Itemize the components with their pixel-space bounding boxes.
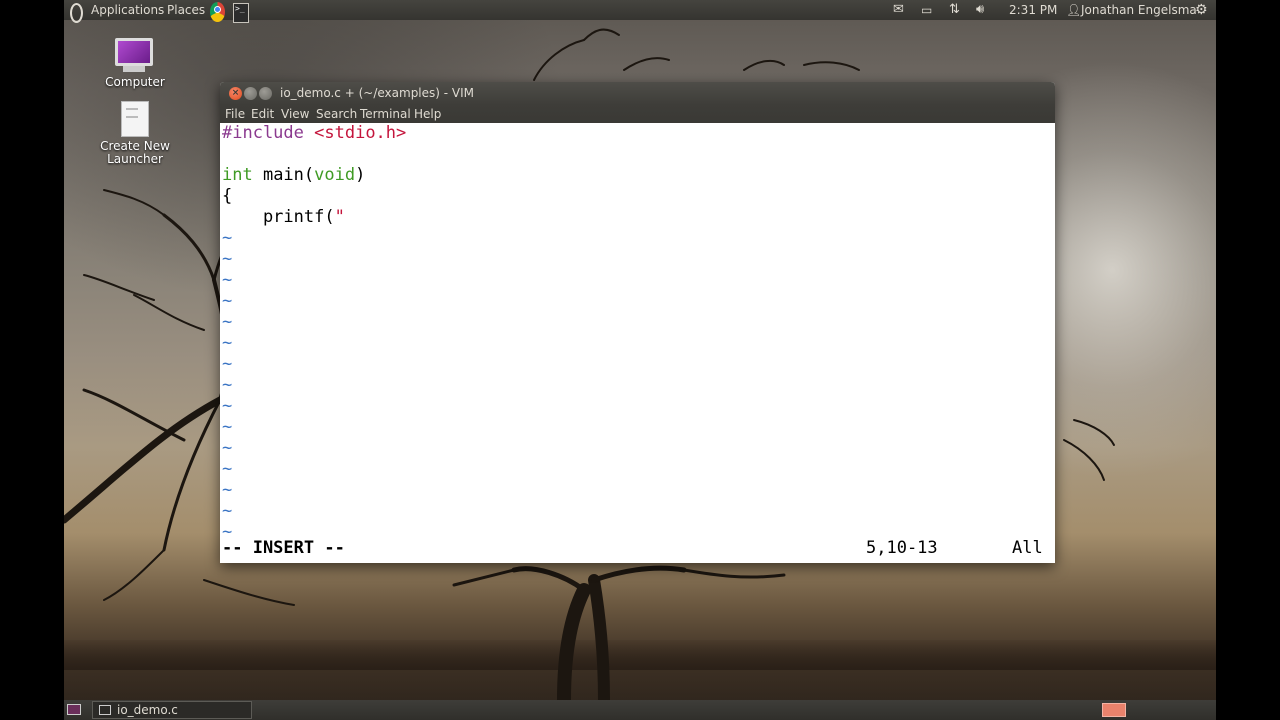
applications-menu[interactable]: Applications [91, 0, 164, 20]
close-icon[interactable]: × [229, 87, 242, 100]
maximize-icon[interactable] [259, 87, 272, 100]
menu-bar: File Edit View Search Terminal Help [220, 105, 1055, 123]
code-line: printf(" [222, 207, 345, 228]
tilde-marker: ~ [222, 312, 233, 332]
code-line: { [222, 186, 232, 207]
printf-call: printf( [222, 207, 335, 227]
menu-help[interactable]: Help [414, 105, 441, 123]
taskbar-item-label: io_demo.c [117, 703, 178, 717]
param-type: void [314, 165, 356, 185]
tilde-marker: ~ [222, 480, 233, 500]
computer-icon[interactable] [115, 38, 153, 66]
tilde-marker: ~ [222, 249, 233, 269]
volume-icon[interactable]: 🔊︎ [976, 0, 984, 20]
bottom-panel: io_demo.c [64, 700, 1216, 720]
menu-edit[interactable]: Edit [251, 105, 274, 123]
code-line: int main(void) [222, 165, 365, 186]
mail-icon[interactable]: ✉ [893, 0, 904, 20]
launcher-file-icon[interactable] [121, 101, 149, 137]
create-launcher-label[interactable]: Create New Launcher [97, 140, 173, 166]
menu-file[interactable]: File [225, 105, 245, 123]
ubuntu-logo-icon[interactable] [70, 3, 83, 23]
code-line: #include <stdio.h> [222, 123, 406, 144]
show-desktop-icon[interactable] [67, 704, 81, 715]
open-brace: { [222, 186, 233, 206]
user-icon: 👤︎ [1066, 3, 1082, 17]
computer-icon-stand [123, 66, 145, 72]
vim-editor[interactable]: #include <stdio.h> int main(void) { prin… [220, 123, 1055, 563]
taskbar-item-io-demo[interactable]: io_demo.c [92, 701, 252, 719]
user-name[interactable]: Jonathan Engelsma [1081, 0, 1197, 20]
tilde-marker: ~ [222, 438, 233, 458]
terminal-launcher-icon[interactable] [233, 0, 249, 23]
clock[interactable]: 2:31 PM [1009, 0, 1057, 20]
menu-search[interactable]: Search [316, 105, 357, 123]
battery-icon[interactable]: ▭ [921, 0, 932, 20]
tilde-marker: ~ [222, 228, 233, 248]
tilde-marker: ~ [222, 333, 233, 353]
scroll-position: All [1012, 538, 1043, 558]
include-directive: #include [222, 123, 304, 143]
tilde-marker: ~ [222, 354, 233, 374]
tilde-marker: ~ [222, 375, 233, 395]
function-name: main( [252, 165, 315, 185]
minimize-icon[interactable] [244, 87, 257, 100]
type-keyword: int [222, 165, 253, 185]
session-gear-icon[interactable]: ⚙ [1195, 0, 1208, 20]
include-header: <stdio.h> [314, 123, 407, 143]
window-title: io_demo.c + (~/examples) - VIM [280, 86, 475, 100]
mode-indicator: -- INSERT -- [222, 538, 345, 558]
string-quote: " [334, 207, 345, 227]
tilde-marker: ~ [222, 270, 233, 290]
places-menu[interactable]: Places [167, 0, 205, 20]
paren-close: ) [355, 165, 366, 185]
window-titlebar[interactable]: × io_demo.c + (~/examples) - VIM [220, 82, 1055, 105]
computer-label[interactable]: Computer [95, 76, 175, 89]
tilde-marker: ~ [222, 396, 233, 416]
tilde-marker: ~ [222, 291, 233, 311]
vim-window: × io_demo.c + (~/examples) - VIM File Ed… [220, 82, 1055, 563]
network-icon[interactable]: ⇅ [949, 0, 960, 20]
workspace-switcher[interactable] [1102, 703, 1126, 717]
menu-view[interactable]: View [281, 105, 309, 123]
menu-terminal[interactable]: Terminal [360, 105, 411, 123]
chrome-icon[interactable] [210, 2, 225, 22]
tilde-marker: ~ [222, 417, 233, 437]
status-line: -- INSERT -- 5,10-13 All [222, 538, 1050, 559]
terminal-icon [99, 705, 111, 715]
top-panel: Applications Places ✉ ▭ ⇅ 🔊︎ 2:31 PM 👤︎ … [64, 0, 1216, 23]
cursor-ruler: 5,10-13 [866, 538, 938, 558]
tilde-marker: ~ [222, 459, 233, 479]
tilde-marker: ~ [222, 501, 233, 521]
